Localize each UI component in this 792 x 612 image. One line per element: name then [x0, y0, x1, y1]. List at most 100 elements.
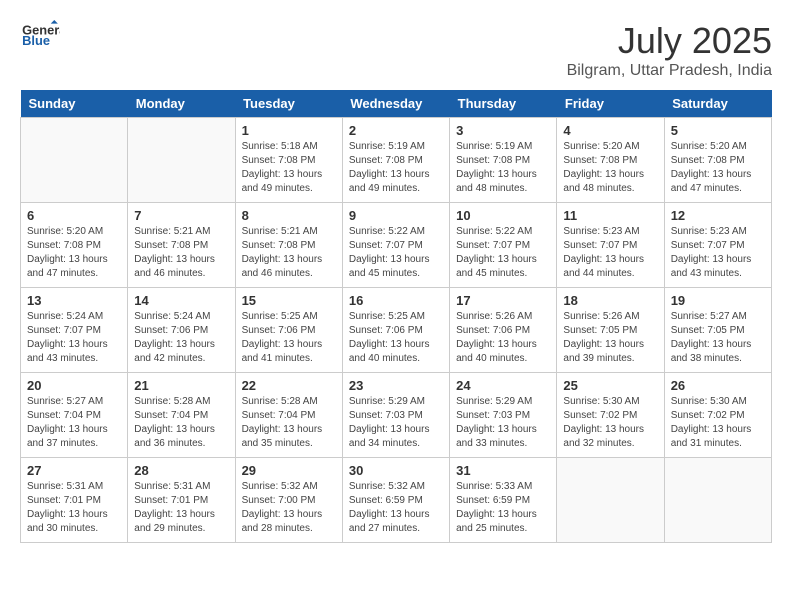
day-number: 12 — [671, 208, 765, 223]
calendar-cell: 25Sunrise: 5:30 AM Sunset: 7:02 PM Dayli… — [557, 373, 664, 458]
day-number: 24 — [456, 378, 550, 393]
cell-info: Sunrise: 5:21 AM Sunset: 7:08 PM Dayligh… — [242, 225, 336, 281]
calendar-cell: 5 Sunrise: 5:20 AM Sunset: 7:08 PM Daylig… — [664, 118, 771, 203]
day-number: 14 — [134, 293, 228, 308]
cell-info: Sunrise: 5:28 AM Sunset: 7:04 PM Dayligh… — [134, 395, 228, 451]
calendar-cell: 31Sunrise: 5:33 AM Sunset: 6:59 PM Dayli… — [450, 458, 557, 543]
title-section: July 2025 Bilgram, Uttar Pradesh, India — [567, 20, 772, 80]
calendar-cell: 26 Sunrise: 5:30 AM Sunset: 7:02 PM Dayli… — [664, 373, 771, 458]
day-number: 20 — [27, 378, 121, 393]
column-header-saturday: Saturday — [664, 90, 771, 118]
cell-info: Sunrise: 5:31 AM Sunset: 7:01 PM Dayligh… — [134, 480, 228, 536]
calendar-cell: 3 Sunrise: 5:19 AM Sunset: 7:08 PM Daylig… — [450, 118, 557, 203]
cell-info: Sunrise: 5:29 AM Sunset: 7:03 PM Dayligh… — [349, 395, 443, 451]
cell-info: Sunrise: 5:26 AM Sunset: 7:06 PM Dayligh… — [456, 310, 550, 366]
day-number: 2 — [349, 123, 443, 138]
calendar-cell: 18 Sunrise: 5:26 AM Sunset: 7:05 PM Dayli… — [557, 288, 664, 373]
cell-info: Sunrise: 5:23 AM Sunset: 7:07 PM Dayligh… — [671, 225, 765, 281]
location-subtitle: Bilgram, Uttar Pradesh, India — [567, 62, 772, 80]
calendar-cell: 22Sunrise: 5:28 AM Sunset: 7:04 PM Dayli… — [235, 373, 342, 458]
cell-info: Sunrise: 5:23 AM Sunset: 7:07 PM Dayligh… — [563, 225, 657, 281]
day-number: 23 — [349, 378, 443, 393]
cell-info: Sunrise: 5:27 AM Sunset: 7:05 PM Dayligh… — [671, 310, 765, 366]
logo: General Blue — [20, 20, 60, 45]
calendar-cell: 13 Sunrise: 5:24 AM Sunset: 7:07 PM Dayli… — [21, 288, 128, 373]
day-number: 10 — [456, 208, 550, 223]
week-row-5: 27Sunrise: 5:31 AM Sunset: 7:01 PM Dayli… — [21, 458, 772, 543]
month-year-title: July 2025 — [567, 20, 772, 62]
cell-info: Sunrise: 5:24 AM Sunset: 7:07 PM Dayligh… — [27, 310, 121, 366]
day-number: 30 — [349, 463, 443, 478]
day-number: 6 — [27, 208, 121, 223]
day-number: 29 — [242, 463, 336, 478]
cell-info: Sunrise: 5:21 AM Sunset: 7:08 PM Dayligh… — [134, 225, 228, 281]
cell-info: Sunrise: 5:30 AM Sunset: 7:02 PM Dayligh… — [671, 395, 765, 451]
day-number: 13 — [27, 293, 121, 308]
calendar-cell: 8 Sunrise: 5:21 AM Sunset: 7:08 PM Daylig… — [235, 203, 342, 288]
calendar-cell: 29 Sunrise: 5:32 AM Sunset: 7:00 PM Dayli… — [235, 458, 342, 543]
day-number: 21 — [134, 378, 228, 393]
day-number: 18 — [563, 293, 657, 308]
calendar-cell: 28 Sunrise: 5:31 AM Sunset: 7:01 PM Dayli… — [128, 458, 235, 543]
calendar-cell — [664, 458, 771, 543]
calendar-cell: 16 Sunrise: 5:25 AM Sunset: 7:06 PM Dayli… — [342, 288, 449, 373]
calendar-cell: 23 Sunrise: 5:29 AM Sunset: 7:03 PM Dayli… — [342, 373, 449, 458]
calendar-table: SundayMondayTuesdayWednesdayThursdayFrid… — [20, 90, 772, 543]
column-header-tuesday: Tuesday — [235, 90, 342, 118]
day-number: 17 — [456, 293, 550, 308]
day-number: 9 — [349, 208, 443, 223]
cell-info: Sunrise: 5:29 AM Sunset: 7:03 PM Dayligh… — [456, 395, 550, 451]
column-header-friday: Friday — [557, 90, 664, 118]
day-number: 3 — [456, 123, 550, 138]
cell-info: Sunrise: 5:20 AM Sunset: 7:08 PM Dayligh… — [671, 140, 765, 196]
svg-text:Blue: Blue — [22, 33, 50, 45]
week-row-4: 20 Sunrise: 5:27 AM Sunset: 7:04 PM Dayli… — [21, 373, 772, 458]
calendar-cell: 14Sunrise: 5:24 AM Sunset: 7:06 PM Dayli… — [128, 288, 235, 373]
cell-info: Sunrise: 5:32 AM Sunset: 7:00 PM Dayligh… — [242, 480, 336, 536]
calendar-cell: 4Sunrise: 5:20 AM Sunset: 7:08 PM Daylig… — [557, 118, 664, 203]
calendar-cell: 7Sunrise: 5:21 AM Sunset: 7:08 PM Daylig… — [128, 203, 235, 288]
cell-info: Sunrise: 5:31 AM Sunset: 7:01 PM Dayligh… — [27, 480, 121, 536]
cell-info: Sunrise: 5:19 AM Sunset: 7:08 PM Dayligh… — [456, 140, 550, 196]
day-number: 16 — [349, 293, 443, 308]
calendar-cell: 30Sunrise: 5:32 AM Sunset: 6:59 PM Dayli… — [342, 458, 449, 543]
calendar-cell: 27Sunrise: 5:31 AM Sunset: 7:01 PM Dayli… — [21, 458, 128, 543]
calendar-cell — [128, 118, 235, 203]
calendar-cell: 15 Sunrise: 5:25 AM Sunset: 7:06 PM Dayli… — [235, 288, 342, 373]
logo-icon: General Blue — [20, 20, 60, 45]
day-number: 28 — [134, 463, 228, 478]
week-row-1: 1Sunrise: 5:18 AM Sunset: 7:08 PM Daylig… — [21, 118, 772, 203]
cell-info: Sunrise: 5:28 AM Sunset: 7:04 PM Dayligh… — [242, 395, 336, 451]
cell-info: Sunrise: 5:25 AM Sunset: 7:06 PM Dayligh… — [242, 310, 336, 366]
cell-info: Sunrise: 5:33 AM Sunset: 6:59 PM Dayligh… — [456, 480, 550, 536]
cell-info: Sunrise: 5:22 AM Sunset: 7:07 PM Dayligh… — [456, 225, 550, 281]
cell-info: Sunrise: 5:22 AM Sunset: 7:07 PM Dayligh… — [349, 225, 443, 281]
calendar-cell: 12 Sunrise: 5:23 AM Sunset: 7:07 PM Dayli… — [664, 203, 771, 288]
calendar-cell: 1Sunrise: 5:18 AM Sunset: 7:08 PM Daylig… — [235, 118, 342, 203]
calendar-cell: 11 Sunrise: 5:23 AM Sunset: 7:07 PM Dayli… — [557, 203, 664, 288]
cell-info: Sunrise: 5:30 AM Sunset: 7:02 PM Dayligh… — [563, 395, 657, 451]
header: General Blue July 2025 Bilgram, Uttar Pr… — [20, 20, 772, 80]
cell-info: Sunrise: 5:25 AM Sunset: 7:06 PM Dayligh… — [349, 310, 443, 366]
week-row-2: 6 Sunrise: 5:20 AM Sunset: 7:08 PM Daylig… — [21, 203, 772, 288]
cell-info: Sunrise: 5:26 AM Sunset: 7:05 PM Dayligh… — [563, 310, 657, 366]
cell-info: Sunrise: 5:27 AM Sunset: 7:04 PM Dayligh… — [27, 395, 121, 451]
calendar-cell: 17 Sunrise: 5:26 AM Sunset: 7:06 PM Dayli… — [450, 288, 557, 373]
cell-info: Sunrise: 5:20 AM Sunset: 7:08 PM Dayligh… — [27, 225, 121, 281]
cell-info: Sunrise: 5:19 AM Sunset: 7:08 PM Dayligh… — [349, 140, 443, 196]
week-row-3: 13 Sunrise: 5:24 AM Sunset: 7:07 PM Dayli… — [21, 288, 772, 373]
calendar-cell: 24 Sunrise: 5:29 AM Sunset: 7:03 PM Dayli… — [450, 373, 557, 458]
day-number: 4 — [563, 123, 657, 138]
day-number: 11 — [563, 208, 657, 223]
day-number: 8 — [242, 208, 336, 223]
column-header-wednesday: Wednesday — [342, 90, 449, 118]
calendar-cell: 10 Sunrise: 5:22 AM Sunset: 7:07 PM Dayli… — [450, 203, 557, 288]
day-number: 15 — [242, 293, 336, 308]
day-number: 26 — [671, 378, 765, 393]
calendar-cell: 19Sunrise: 5:27 AM Sunset: 7:05 PM Dayli… — [664, 288, 771, 373]
calendar-cell: 6 Sunrise: 5:20 AM Sunset: 7:08 PM Daylig… — [21, 203, 128, 288]
calendar-cell — [557, 458, 664, 543]
column-header-monday: Monday — [128, 90, 235, 118]
day-number: 5 — [671, 123, 765, 138]
calendar-cell: 2 Sunrise: 5:19 AM Sunset: 7:08 PM Daylig… — [342, 118, 449, 203]
